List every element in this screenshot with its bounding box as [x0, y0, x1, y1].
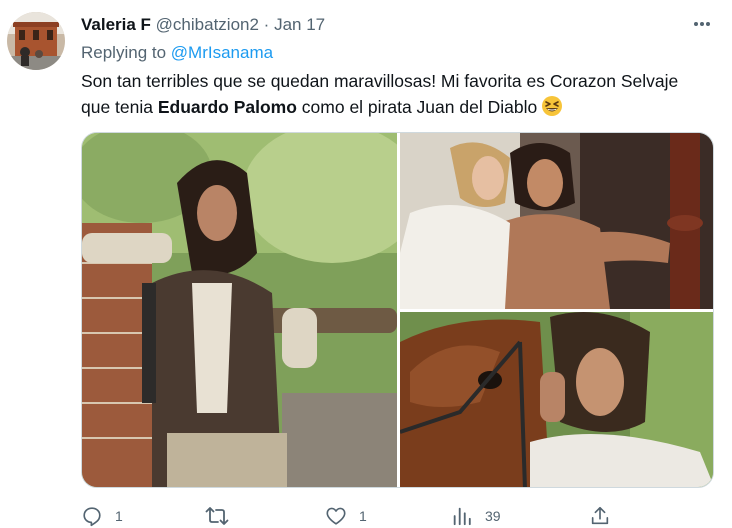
views-count: 39	[485, 508, 501, 524]
photo-man-with-horse[interactable]	[400, 312, 713, 487]
views-button[interactable]: 39	[451, 504, 501, 528]
tweet-text-part2: como el pirata Juan del Diablo	[296, 97, 538, 117]
replying-prefix: Replying to	[81, 43, 171, 62]
author-name[interactable]: Valeria F	[81, 15, 151, 34]
reply-count: 1	[115, 508, 123, 524]
tweet-header: Valeria F @chibatzion2 · Jan 17	[81, 14, 325, 36]
photo-man-leaning-on-brick-wall[interactable]	[82, 133, 397, 487]
grinning-squinting-face-emoji	[541, 95, 563, 117]
tweet-text: Son tan terribles que se quedan maravill…	[81, 68, 681, 120]
avatar[interactable]	[7, 12, 65, 70]
like-count: 1	[359, 508, 367, 524]
action-bar: 1 1 39	[81, 500, 714, 528]
replying-mention-link[interactable]: @MrIsanama	[171, 43, 273, 62]
tweet-text-bold: Eduardo Palomo	[157, 97, 297, 117]
heart-icon	[325, 505, 347, 527]
views-icon	[451, 505, 473, 527]
share-button[interactable]	[589, 504, 611, 528]
reply-button[interactable]: 1	[81, 504, 123, 528]
retweet-icon	[205, 505, 229, 527]
photo-couple-embracing[interactable]	[400, 133, 713, 309]
tweet-date[interactable]: Jan 17	[274, 15, 325, 34]
replying-to: Replying to @MrIsanama	[81, 42, 273, 64]
author-handle[interactable]: @chibatzion2	[156, 15, 259, 34]
more-icon[interactable]	[688, 12, 716, 36]
share-icon	[589, 505, 611, 527]
like-button[interactable]: 1	[325, 504, 367, 528]
media-grid[interactable]	[81, 132, 714, 488]
separator-dot: ·	[263, 15, 270, 34]
retweet-button[interactable]	[205, 504, 241, 528]
tweet[interactable]: Valeria F @chibatzion2 · Jan 17 Replying…	[0, 0, 732, 528]
reply-icon	[81, 505, 103, 527]
